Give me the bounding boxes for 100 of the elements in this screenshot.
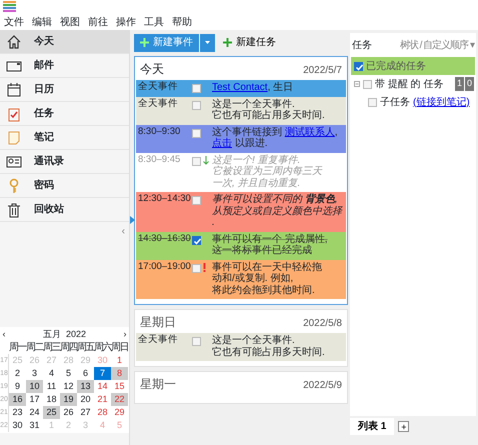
checkbox[interactable] [192,264,201,272]
menu-item[interactable]: 帮助 [172,15,192,30]
checkbox[interactable] [192,236,201,244]
checkbox[interactable] [192,337,201,346]
calendar-day[interactable]: 29 [111,406,128,419]
checkbox[interactable] [192,128,201,138]
calendar-day[interactable]: 2 [9,367,26,380]
calendar-day[interactable]: 16 [9,393,26,406]
calendar-day[interactable]: 12 [60,380,77,393]
menu-item[interactable]: 工具 [144,15,164,30]
calendar-day[interactable]: 10 [26,380,43,393]
menu-item[interactable]: 操作 [116,15,136,30]
clipboard-check-icon [6,106,22,122]
event-text: 这是一个! 重复事件. [212,154,300,166]
weekday-label: 周六 [94,341,111,354]
sidebar-item[interactable]: 任务 [0,102,129,126]
sidebar-item[interactable]: 回收站 [0,198,129,222]
count-badge: 1 [454,77,464,91]
event-time: 12:30–14:30 [138,194,190,206]
task-row[interactable]: 带 提醒 的 任务 1 0 [351,75,475,93]
calendar-day[interactable]: 14 [94,380,111,393]
calendar-day[interactable]: 6 [77,367,94,380]
task-label: 已完成的任务 [366,60,426,74]
weekday-label: 周五 [77,341,94,354]
checkbox[interactable] [192,84,201,93]
calendar-day[interactable]: 19 [60,393,77,406]
task-row[interactable]: 已完成的任务 [351,57,475,75]
event-row[interactable]: 全天事件 这是一个全天事件. 它也有可能占用多天时间. [136,96,346,124]
calendar-day[interactable]: 13 [77,380,94,393]
sidebar-item[interactable]: 日历 [0,78,129,102]
checkbox[interactable] [192,156,201,166]
sidebar-item[interactable]: 通讯录 [0,150,129,174]
calendar-day[interactable]: 30 [9,419,26,432]
task-row[interactable]: 子任务 (链接到笔记) [351,93,475,111]
tab[interactable]: 列表 1 [350,418,394,435]
new-task-button[interactable]: 新建任务 [219,35,280,50]
link[interactable]: (链接到笔记) [413,94,470,110]
calendar-day[interactable]: 5 [60,367,77,380]
calendar-day[interactable]: 21 [94,393,111,406]
event-row[interactable]: 全天事件 这是一个全天事件. 它也有可能占用多天时间. [136,333,346,361]
calendar-day[interactable]: 23 [9,406,26,419]
event-text: 它也有可能占用多天时间. [212,346,325,358]
dropdown-button[interactable] [200,34,215,52]
calendar-day[interactable]: 20 [77,393,94,406]
event-time: 8:30–9:30 [138,126,182,138]
checkbox[interactable] [192,196,201,205]
previous-month-button[interactable]: ‹ [2,328,6,341]
calendar-day[interactable]: 24 [26,406,43,419]
sort-dropdown[interactable]: 树状 / 自定义顺序 ▾ [400,38,474,53]
calendar-day[interactable]: 1 [111,354,128,367]
calendar-day[interactable]: 25 [43,406,60,419]
tree-toggle-icon[interactable] [354,81,360,87]
sidebar-label: 回收站 [34,202,64,217]
calendar-day[interactable]: 31 [26,419,43,432]
weekday-label: 周一 [9,341,26,354]
day-date: 2022/5/8 [303,317,342,331]
year-label: 2022 [66,328,86,340]
event-row[interactable]: 8:30–9:30 这个事件链接到 测试联系人, 点击 以跟进. [136,124,346,152]
event-text: 事件可以设置不同的 背景色, [212,194,338,205]
weekday-label: 周三 [43,341,60,354]
calendar-day[interactable]: 11 [43,380,60,393]
event-row[interactable]: 全天事件 Test Contact, 生日 [136,80,346,96]
menu-item[interactable]: 视图 [60,15,80,30]
checkbox[interactable] [368,98,377,106]
sidebar-item[interactable]: 笔记 [0,126,129,150]
sidebar-label: 笔记 [34,130,54,145]
calendar-day[interactable]: 17 [26,393,43,406]
menu-item[interactable]: 编辑 [32,15,52,30]
menu-item[interactable]: 前往 [88,15,108,30]
event-row[interactable]: 14:30–16:30 事件可以有一个 完成属性, 这一将标事件已经完成 [136,232,346,260]
checkbox[interactable] [354,62,363,70]
caret-icon [205,41,210,44]
calendar-day[interactable]: 3 [26,367,43,380]
event-text: 这是一个全天事件. [212,335,295,346]
calendar-day[interactable]: 9 [9,380,26,393]
checkbox[interactable] [363,80,372,88]
panel-title: 任务 [352,39,372,53]
day-date: 2022/5/7 [303,64,342,78]
event-text: 事件可以在一天中轻松拖 [212,262,322,272]
event-text: 以跟进. [234,138,268,149]
calendar-day[interactable]: 18 [43,393,60,406]
calendar-day[interactable]: 15 [111,380,128,393]
sidebar-item[interactable]: 今天 [0,30,129,54]
calendar-day[interactable]: 27 [77,406,94,419]
contact-card-icon [6,154,22,170]
event-text: 这一将标事件已经完成 [212,245,312,256]
next-month-button[interactable]: › [124,328,126,341]
calendar-day[interactable]: 7 [94,367,111,380]
event-row[interactable]: 12:30–14:30 事件可以设置不同的 背景色, 从预定义或自定义颜色中选择 . [136,192,346,232]
event-time: 全天事件 [138,98,179,110]
calendar-day[interactable]: 28 [94,406,111,419]
event-row[interactable]: 17:00–19:00 事件可以在一天中轻松拖 动和/或复制. 例如, 将此约会拖到其他时间. [136,260,346,299]
menu-item[interactable]: 文件 [4,15,24,30]
task-label: 带 提醒 的 任务 [375,78,444,92]
add-tab-button[interactable]: + [398,421,410,432]
calendar-day[interactable]: 26 [60,406,77,419]
sidebar-item[interactable]: 密码 [0,174,129,198]
checkbox[interactable] [192,100,201,110]
sidebar-item[interactable]: 邮件 [0,54,129,78]
calendar-day[interactable]: 4 [43,367,60,380]
